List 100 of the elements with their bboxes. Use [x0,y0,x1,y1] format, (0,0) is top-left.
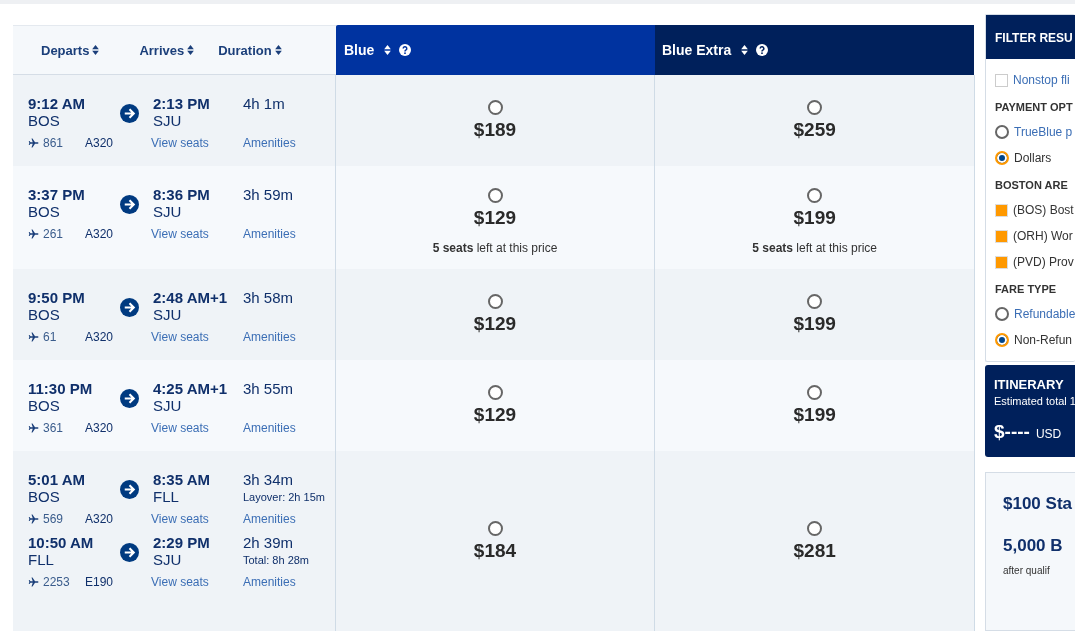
departure-airport: BOS [28,397,61,414]
airplane-icon [28,137,40,149]
arrow-right-icon [120,480,139,499]
flight-number: 261 [43,227,64,241]
airplane-icon [28,422,40,434]
view-seats-link[interactable]: View seats [151,330,243,344]
amenities-link[interactable]: Amenities [243,512,296,526]
fare-column-header[interactable]: Blue Extra [655,25,974,75]
departure-airport: BOS [28,203,61,220]
option-label[interactable]: TrueBlue p [1014,125,1073,139]
fare-radio[interactable] [807,188,823,203]
flight-duration: 3h 55m [243,380,294,397]
arrival-airport: SJU [153,112,183,129]
option-label[interactable]: (PVD) Prov [1013,255,1074,269]
amenities-link[interactable]: Amenities [243,136,296,150]
option-checkbox[interactable] [995,203,1008,217]
aircraft-type: A320 [85,136,115,150]
fare-price: $259 [793,119,836,141]
airplane-icon [28,228,40,240]
arrow-right-icon [120,104,139,123]
fare-radio[interactable] [487,100,503,115]
arrow-right-icon [120,543,139,562]
arrival-airport: SJU [153,306,183,323]
duration-note: Layover: 2h 15m [243,491,325,503]
airplane-icon [28,513,40,525]
arrival-airport: SJU [153,203,183,220]
fare-radio[interactable] [807,520,823,536]
option-label[interactable]: (BOS) Bost [1013,203,1074,217]
duration-header[interactable]: Duration [218,42,282,58]
fare-radio[interactable] [487,520,503,536]
departure-airport: BOS [28,488,61,505]
flight-number: 569 [43,512,64,526]
aircraft-type: A320 [85,330,115,344]
promo-points: 5,000 B [1003,536,1064,556]
promo-headline: $100 Sta [1003,494,1073,514]
arrow-right-icon [120,195,139,214]
option-label[interactable]: Nonstop fli [1013,73,1070,87]
departure-airport: BOS [28,112,61,129]
view-seats-link[interactable]: View seats [151,136,243,150]
fare-column-header[interactable]: Blue [336,25,655,75]
fare-radio[interactable] [807,294,823,309]
fare-price: $129 [473,207,517,229]
arrival-time: 8:35 AM [153,471,211,488]
option-radio[interactable] [995,125,1009,139]
option-radio[interactable] [995,333,1009,347]
itinerary-title: ITINERARY [994,377,1065,392]
amenities-link[interactable]: Amenities [243,575,296,589]
departure-time: 9:50 PM [28,289,86,306]
currency-label: USD [1035,427,1062,441]
airplane-icon [28,576,40,588]
departure-time: 3:37 PM [28,186,86,203]
option-radio[interactable] [995,151,1009,165]
help-icon[interactable] [756,44,769,56]
departs-header[interactable]: Departs [41,42,100,58]
flight-duration: 3h 58m [243,289,294,306]
view-seats-link[interactable]: View seats [151,575,243,589]
option-checkbox[interactable] [995,229,1008,243]
arrives-header[interactable]: Arrives [139,42,195,58]
fare-radio[interactable] [487,385,503,400]
option-checkbox[interactable] [995,255,1008,269]
option-label[interactable]: Non-Refun [1014,333,1073,347]
option-radio[interactable] [995,307,1009,321]
option-label[interactable]: (ORH) Wor [1013,229,1073,243]
amenities-link[interactable]: Amenities [243,330,296,344]
sort-icon [274,45,282,55]
fare-radio[interactable] [807,385,823,400]
amenities-link[interactable]: Amenities [243,421,296,435]
help-icon[interactable] [399,44,412,56]
fare-radio[interactable] [807,100,823,115]
option-label[interactable]: Dollars [1014,151,1052,165]
option-label[interactable]: Refundable [1014,307,1075,321]
fare-price: $199 [793,207,836,229]
flight-number: 361 [43,421,64,435]
fare-price: $129 [473,404,517,426]
filter-group-title: FARE TYPE [995,283,1058,295]
view-seats-link[interactable]: View seats [151,512,243,526]
aircraft-type: E190 [85,575,115,589]
fare-price: $199 [793,313,836,335]
sort-icon [187,45,195,55]
fare-price: $281 [793,539,836,562]
arrival-airport: FLL [153,488,180,505]
flight-number: 2253 [43,575,70,589]
view-seats-link[interactable]: View seats [151,421,243,435]
flight-duration: 3h 34m [243,471,295,488]
fare-radio[interactable] [487,188,503,203]
nonstop-checkbox[interactable] [995,73,1008,87]
arrival-time: 4:25 AM+1 [153,380,229,397]
amenities-link[interactable]: Amenities [243,227,296,241]
airplane-icon [28,331,40,343]
sort-icon [384,45,392,55]
flight-number: 61 [43,330,57,344]
view-seats-link[interactable]: View seats [151,227,243,241]
fare-price: $199 [793,404,836,426]
flight-number: 861 [43,136,64,150]
fare-price: $184 [473,539,517,562]
seats-left-note: 5 seats left at this price [432,241,558,255]
fare-radio[interactable] [487,294,503,309]
arrival-airport: SJU [153,397,183,414]
itinerary-amount: $---- [994,421,1030,443]
fare-price: $189 [473,119,517,141]
